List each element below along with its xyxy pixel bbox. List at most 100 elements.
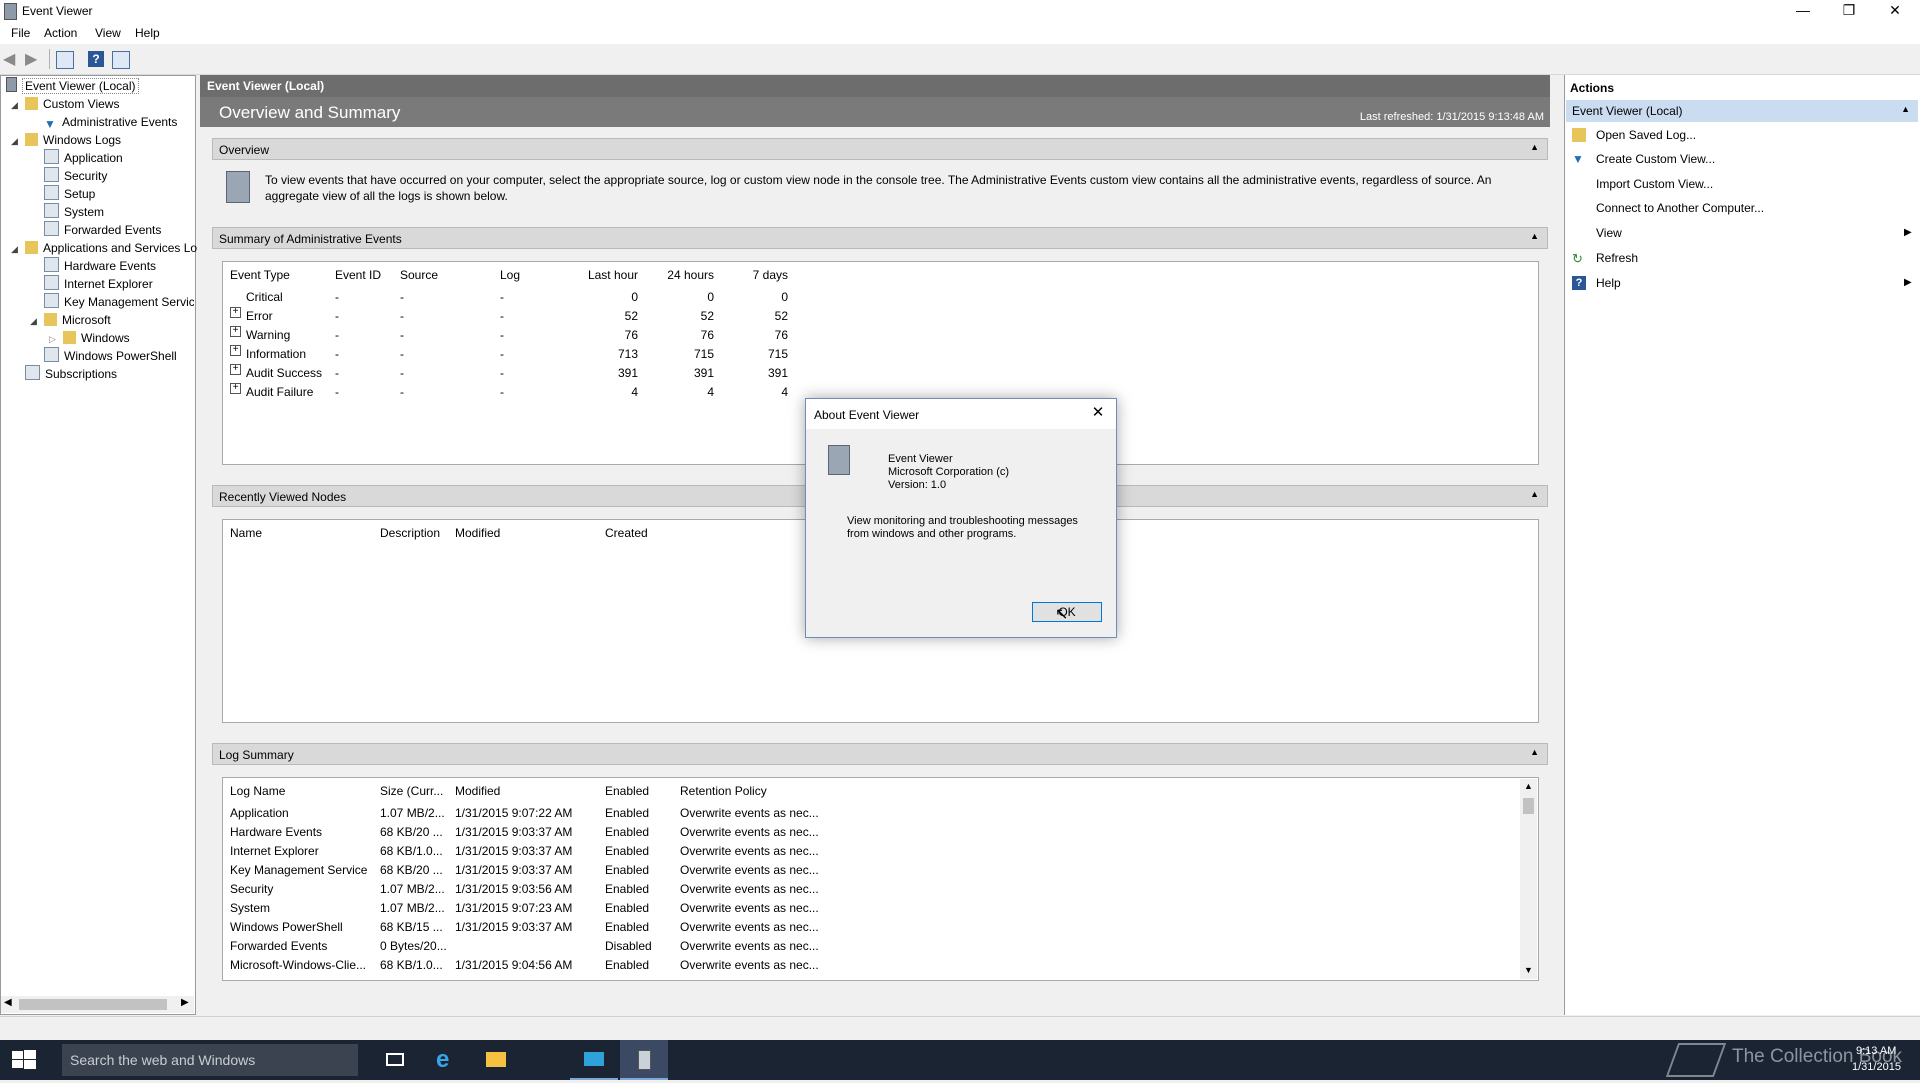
tree-root[interactable]: Event Viewer (Local) <box>6 77 139 95</box>
tree-subscriptions[interactable]: Subscriptions <box>25 365 117 383</box>
tree-hardware-events[interactable]: Hardware Events <box>44 257 156 275</box>
col-header-size[interactable]: Size (Curr... <box>380 784 443 798</box>
tree-log-forwarded-events[interactable]: Forwarded Events <box>44 221 161 239</box>
dialog-close-button[interactable]: ✕ <box>1086 403 1110 423</box>
col-header-last-hour[interactable]: Last hour <box>560 268 638 282</box>
action-open-saved-log[interactable]: Open Saved Log... <box>1596 128 1696 142</box>
menu-file[interactable]: File <box>11 26 30 40</box>
col-header-description[interactable]: Description <box>380 526 440 540</box>
col-header-retention-policy[interactable]: Retention Policy <box>680 784 767 798</box>
tree-key-management-service[interactable]: Key Management Service <box>44 293 194 311</box>
tree-windows[interactable]: Windows <box>63 329 130 347</box>
tree-log-system[interactable]: System <box>44 203 104 221</box>
tree-applications-and-services[interactable]: Applications and Services Lo <box>25 239 197 257</box>
start-button[interactable] <box>0 1040 48 1080</box>
action-view[interactable]: View <box>1596 226 1622 240</box>
scrollbar-thumb[interactable] <box>1523 798 1534 814</box>
col-header-enabled[interactable]: Enabled <box>605 784 649 798</box>
tray-clock-date[interactable]: 1/31/2015 <box>1852 1061 1901 1073</box>
dialog-description-line-1: View monitoring and troubleshooting mess… <box>847 515 1078 527</box>
tree-administrative-events[interactable]: ▼ Administrative Events <box>44 113 177 131</box>
expand-plus-icon[interactable]: + <box>230 345 241 356</box>
collapse-arrow-icon[interactable]: ◢ <box>11 136 18 147</box>
7-days: 0 <box>781 290 788 304</box>
restore-button[interactable]: ❐ <box>1826 0 1872 22</box>
log-summary-section-header[interactable]: Log Summary ▲ <box>212 743 1548 765</box>
col-header-modified[interactable]: Modified <box>455 784 500 798</box>
scroll-down-icon[interactable]: ▼ <box>1524 965 1533 975</box>
col-header-event-type[interactable]: Event Type <box>230 268 290 282</box>
minimize-button[interactable]: — <box>1780 0 1826 22</box>
tree-log-setup[interactable]: Setup <box>44 185 95 203</box>
collapse-arrow-icon[interactable]: ◢ <box>11 100 18 111</box>
expand-plus-icon[interactable]: + <box>230 307 241 318</box>
task-view-icon[interactable] <box>372 1040 420 1080</box>
tree-internet-explorer[interactable]: Internet Explorer <box>44 275 153 293</box>
col-header-created[interactable]: Created <box>605 526 648 540</box>
action-connect-to-another-computer[interactable]: Connect to Another Computer... <box>1596 201 1764 215</box>
event-viewer-taskbar-icon[interactable] <box>620 1040 668 1080</box>
close-button[interactable]: ✕ <box>1872 0 1918 22</box>
action-import-custom-view[interactable]: Import Custom View... <box>1596 177 1713 191</box>
event-viewer-icon <box>6 77 17 92</box>
col-header-log[interactable]: Log <box>500 268 520 282</box>
collapse-icon[interactable]: ▲ <box>1530 747 1539 757</box>
menu-action[interactable]: Action <box>44 26 77 40</box>
expand-arrow-icon[interactable]: ▷ <box>49 334 56 345</box>
col-header-modified[interactable]: Modified <box>455 526 500 540</box>
back-arrow-icon[interactable]: ◀ <box>3 49 23 69</box>
action-refresh[interactable]: Refresh <box>1596 251 1638 265</box>
tree-windows-powershell[interactable]: Windows PowerShell <box>44 347 177 365</box>
help-icon[interactable]: ? <box>88 51 104 67</box>
tray-clock-time[interactable]: 9:13 AM <box>1856 1045 1896 1057</box>
col-header-event-id[interactable]: Event ID <box>335 268 381 282</box>
tree-horizontal-scrollbar[interactable]: ◀ ▶ <box>1 996 194 1013</box>
collapse-arrow-icon[interactable]: ◢ <box>11 244 18 255</box>
filter-icon: ▼ <box>44 117 56 131</box>
scroll-right-icon[interactable]: ▶ <box>181 997 189 1008</box>
overview-section-header[interactable]: Overview ▲ <box>212 138 1548 160</box>
menu-view[interactable]: View <box>95 26 121 40</box>
actions-section-header[interactable]: Event Viewer (Local) ▲ <box>1566 100 1918 122</box>
log-size: 68 KB/1.0... <box>380 844 443 858</box>
expand-plus-icon[interactable]: + <box>230 383 241 394</box>
action-help[interactable]: Help <box>1596 276 1621 290</box>
filter-icon: ▼ <box>1572 152 1584 166</box>
folder-icon <box>25 241 38 254</box>
internet-explorer-icon[interactable]: e <box>424 1040 472 1080</box>
expand-plus-icon[interactable]: + <box>230 326 241 337</box>
network-monitor-icon[interactable] <box>570 1040 618 1080</box>
log-table-vertical-scrollbar[interactable]: ▲ ▼ <box>1520 779 1537 979</box>
tree-custom-views[interactable]: Custom Views <box>25 95 119 113</box>
scroll-left-icon[interactable]: ◀ <box>4 997 12 1008</box>
file-explorer-icon[interactable] <box>472 1040 520 1080</box>
col-header-24-hours[interactable]: 24 hours <box>640 268 714 282</box>
submenu-arrow-icon: ▶ <box>1904 227 1912 238</box>
log-enabled: Enabled <box>605 958 650 972</box>
tree-windows-logs[interactable]: Windows Logs <box>25 131 121 149</box>
collapse-arrow-icon[interactable]: ◢ <box>30 316 37 327</box>
collapse-icon[interactable]: ▲ <box>1901 104 1910 114</box>
tree-microsoft[interactable]: Microsoft <box>44 311 111 329</box>
col-header-name[interactable]: Name <box>230 526 262 540</box>
scrollbar-thumb[interactable] <box>19 999 167 1010</box>
collapse-icon[interactable]: ▲ <box>1530 489 1539 499</box>
taskbar-search-input[interactable]: Search the web and Windows <box>62 1044 358 1076</box>
show-hide-tree-icon[interactable] <box>56 51 74 69</box>
menu-help[interactable]: Help <box>135 26 160 40</box>
tree-log-security[interactable]: Security <box>44 167 107 185</box>
action-create-custom-view[interactable]: Create Custom View... <box>1596 152 1715 166</box>
24-hours: 715 <box>693 347 714 361</box>
scroll-up-icon[interactable]: ▲ <box>1524 781 1533 791</box>
forward-arrow-icon[interactable]: ▶ <box>25 49 45 69</box>
col-header-source[interactable]: Source <box>400 268 438 282</box>
collapse-icon[interactable]: ▲ <box>1530 231 1539 241</box>
summary-section-header[interactable]: Summary of Administrative Events ▲ <box>212 227 1548 249</box>
expand-plus-icon[interactable]: + <box>230 364 241 375</box>
show-hide-action-pane-icon[interactable] <box>112 51 130 69</box>
log: - <box>500 385 504 399</box>
col-header-log-name[interactable]: Log Name <box>230 784 285 798</box>
collapse-icon[interactable]: ▲ <box>1530 142 1539 152</box>
col-header-7-days[interactable]: 7 days <box>716 268 788 282</box>
tree-log-application[interactable]: Application <box>44 149 123 167</box>
